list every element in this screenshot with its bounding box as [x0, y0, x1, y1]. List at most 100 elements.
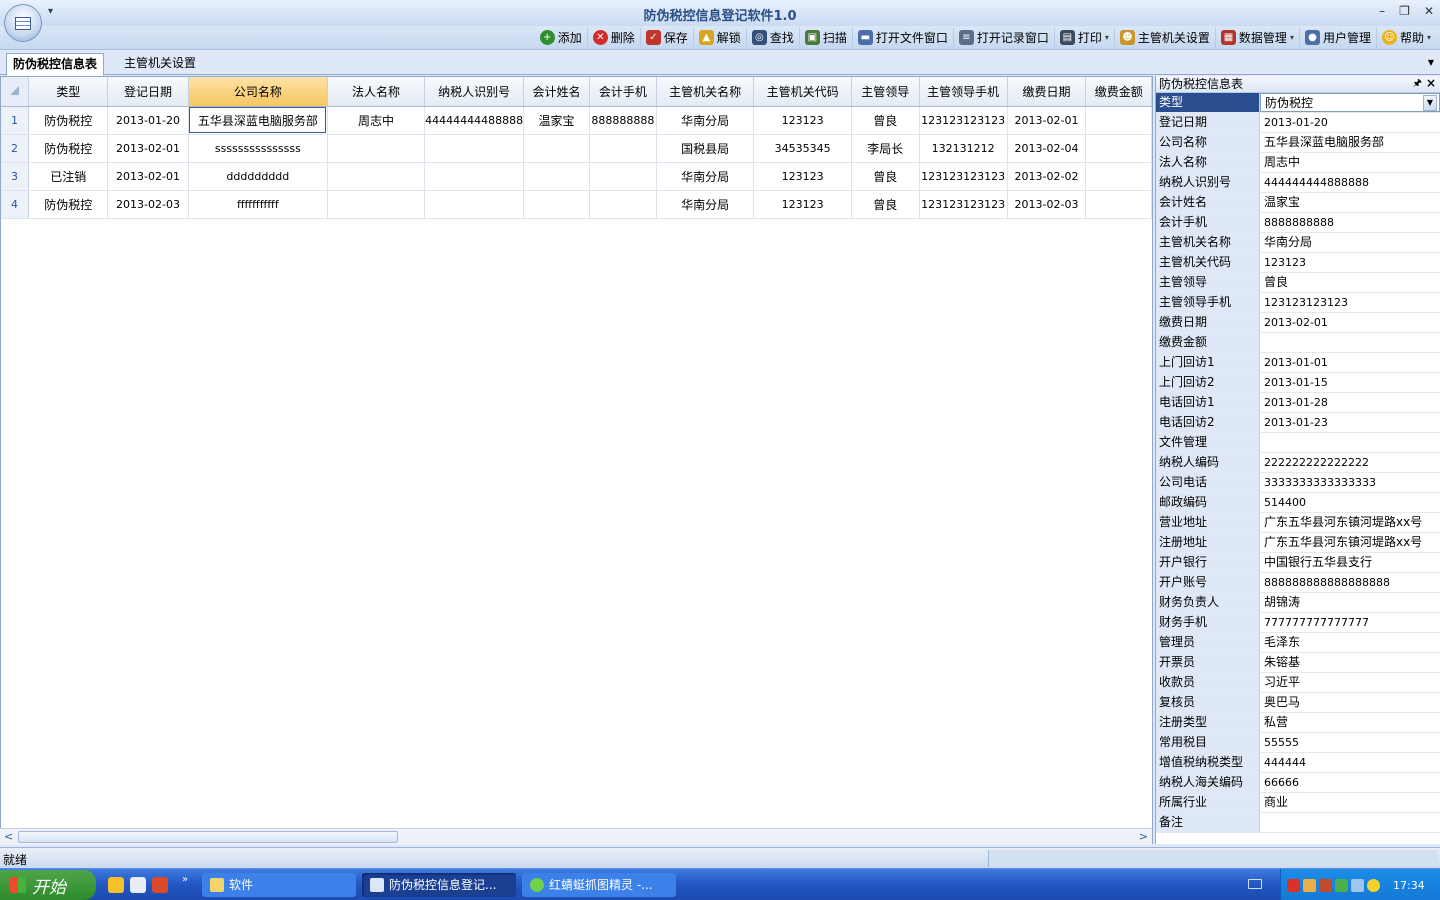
property-row[interactable]: 邮政编码 514400 [1156, 493, 1440, 513]
restore-button[interactable]: ❐ [1399, 4, 1410, 18]
toolbar-button-folder[interactable]: ▬ 打开文件窗口 [853, 27, 954, 48]
table-cell[interactable]: 防伪税控 [28, 106, 109, 135]
property-value[interactable]: 8888888888 [1260, 213, 1440, 232]
property-row[interactable]: 收款员 习近平 [1156, 673, 1440, 693]
table-cell[interactable]: 2013-02-01 [107, 162, 189, 191]
table-cell[interactable] [327, 190, 426, 219]
table-cell[interactable]: 2013-02-03 [1007, 190, 1087, 219]
toolbar-button-delete[interactable]: ✕ 删除 [588, 27, 641, 48]
table-cell[interactable]: 44444444488888 [424, 106, 525, 135]
toolbar-button-print[interactable]: ▤ 打印 ▾ [1055, 27, 1115, 48]
app-menu-button[interactable] [4, 4, 42, 42]
property-value[interactable]: 2013-01-20 [1260, 113, 1440, 132]
property-value[interactable]: 胡锦涛 [1260, 593, 1440, 612]
property-row[interactable]: 纳税人编码 222222222222222 [1156, 453, 1440, 473]
property-row[interactable]: 财务负责人 胡锦涛 [1156, 593, 1440, 613]
property-value[interactable]: 123123 [1260, 253, 1440, 272]
scroll-right-icon[interactable]: > [1139, 830, 1148, 843]
property-value[interactable]: 五华县深蓝电脑服务部 [1260, 133, 1440, 152]
column-header[interactable]: 类型 [28, 77, 109, 107]
task-software-folder[interactable]: 软件 [202, 873, 356, 897]
table-cell[interactable] [523, 134, 590, 163]
table-cell[interactable]: 曾良 [851, 106, 920, 135]
property-row[interactable]: 法人名称 周志中 [1156, 153, 1440, 173]
toolbar-button-add[interactable]: + 添加 [535, 27, 588, 48]
table-row[interactable]: 2 防伪税控 2013-02-01 sssssssssssssss 国税县局 345353… [1, 134, 1152, 163]
table-cell[interactable]: 防伪税控 [28, 190, 109, 219]
table-cell[interactable]: 华南分局 [656, 190, 755, 219]
table-cell[interactable] [1085, 106, 1152, 135]
property-value[interactable]: 66666 [1260, 773, 1440, 792]
property-value[interactable]: 曾良 [1260, 273, 1440, 292]
dropdown-chevron-icon[interactable]: ▼ [1423, 95, 1437, 111]
property-value[interactable] [1260, 813, 1440, 832]
tray-antivirus-icon[interactable] [1287, 878, 1300, 892]
column-header[interactable]: 法人名称 [327, 77, 426, 107]
property-value[interactable]: 周志中 [1260, 153, 1440, 172]
table-cell[interactable] [523, 162, 590, 191]
table-cell[interactable]: 五华县深蓝电脑服务部 [188, 106, 328, 135]
property-value[interactable] [1260, 333, 1440, 352]
start-button[interactable]: 开始 [0, 870, 96, 900]
property-row[interactable]: 电话回访1 2013-01-28 [1156, 393, 1440, 413]
property-row[interactable]: 主管领导 曾良 [1156, 273, 1440, 293]
table-cell[interactable]: 华南分局 [656, 162, 755, 191]
property-value[interactable] [1260, 433, 1440, 452]
toolbar-button-table[interactable]: ▦ 数据管理 ▾ [1216, 27, 1300, 48]
column-header[interactable]: 公司名称 [188, 77, 328, 107]
property-row[interactable]: 注册类型 私营 [1156, 713, 1440, 733]
table-cell[interactable]: 李局长 [851, 134, 920, 163]
minimize-button[interactable]: – [1379, 4, 1385, 18]
property-value[interactable]: 514400 [1260, 493, 1440, 512]
table-cell[interactable]: 2013-02-03 [107, 190, 189, 219]
table-cell[interactable]: 已注销 [28, 162, 109, 191]
property-value[interactable]: 防伪税控 ▼ [1260, 93, 1440, 112]
row-number[interactable]: 1 [1, 106, 30, 135]
property-value[interactable]: 2013-01-28 [1260, 393, 1440, 412]
horizontal-scrollbar[interactable]: < > [0, 828, 1152, 845]
property-row[interactable]: 缴费日期 2013-02-01 [1156, 313, 1440, 333]
property-row[interactable]: 会计姓名 温家宝 [1156, 193, 1440, 213]
property-value[interactable]: 习近平 [1260, 673, 1440, 692]
toolbar-button-list[interactable]: ≡ 打开记录窗口 [954, 27, 1055, 48]
property-row[interactable]: 公司名称 五华县深蓝电脑服务部 [1156, 133, 1440, 153]
tray-add-icon[interactable] [1367, 878, 1380, 892]
table-row[interactable]: 4 防伪税控 2013-02-03 fffffffffff 华南分局 123123 曾良 12… [1, 190, 1152, 219]
property-row[interactable]: 开户银行 中国银行五华县支行 [1156, 553, 1440, 573]
task-screenshot-tool[interactable]: 红蜻蜓抓图精灵 -... [522, 873, 676, 897]
property-row[interactable]: 所属行业 商业 [1156, 793, 1440, 813]
property-row[interactable]: 会计手机 8888888888 [1156, 213, 1440, 233]
tab-menu-icon[interactable]: ▼ [1428, 58, 1434, 67]
toolbar-button-search[interactable]: ◎ 查找 [747, 27, 800, 48]
property-value[interactable]: 123123123123 [1260, 293, 1440, 312]
property-row[interactable]: 登记日期 2013-01-20 [1156, 113, 1440, 133]
tab-authority-settings[interactable]: 主管机关设置 [118, 53, 202, 75]
keyboard-icon[interactable] [1248, 879, 1262, 889]
table-cell[interactable] [1085, 190, 1152, 219]
table-cell[interactable]: 曾良 [851, 190, 920, 219]
tray-shield-icon[interactable] [1335, 878, 1348, 892]
table-cell[interactable]: 2013-02-01 [1007, 106, 1087, 135]
table-cell[interactable]: ddddddddd [188, 162, 328, 191]
table-cell[interactable] [1085, 162, 1152, 191]
property-row[interactable]: 财务手机 777777777777777 [1156, 613, 1440, 633]
tray-network-icon[interactable] [1351, 878, 1364, 892]
table-cell[interactable] [589, 134, 657, 163]
table-cell[interactable]: 周志中 [327, 106, 426, 135]
property-row[interactable]: 主管领导手机 123123123123 [1156, 293, 1440, 313]
table-cell[interactable]: 温家宝 [523, 106, 590, 135]
column-header[interactable]: 主管领导手机 [919, 77, 1008, 107]
table-cell[interactable]: 曾良 [851, 162, 920, 191]
row-number[interactable]: 3 [1, 162, 30, 191]
property-value[interactable]: 2013-01-15 [1260, 373, 1440, 392]
table-row[interactable]: 1 防伪税控 2013-01-20 五华县深蓝电脑服务部 周志中 444444444888… [1, 106, 1152, 135]
property-value[interactable]: 444444 [1260, 753, 1440, 772]
table-cell[interactable]: fffffffffff [188, 190, 328, 219]
chevron-down-icon[interactable]: ▾ [1290, 33, 1294, 42]
table-cell[interactable] [327, 134, 426, 163]
property-row[interactable]: 营业地址 广东五华县河东镇河堤路xx号 [1156, 513, 1440, 533]
toolbar-button-lock[interactable]: ▲ 解锁 [694, 27, 747, 48]
table-cell[interactable]: 123123 [753, 106, 852, 135]
quicklaunch-ie-icon[interactable] [130, 877, 146, 893]
property-value[interactable]: 444444444888888 [1260, 173, 1440, 192]
